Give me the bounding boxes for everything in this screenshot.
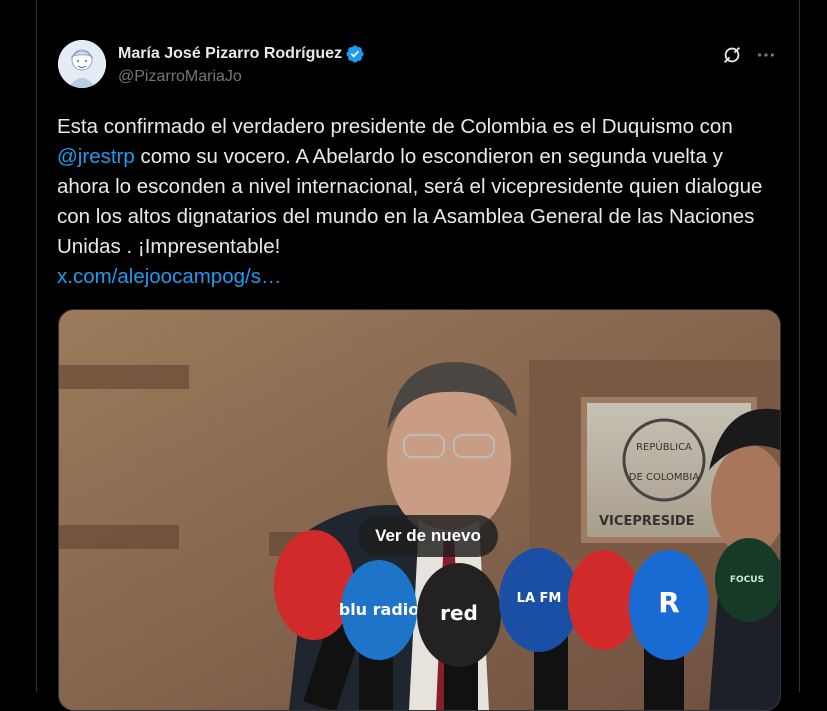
post-text: Esta confirmado el verdadero presidente … (57, 112, 777, 292)
sign-lower: VICEPRESIDE (599, 514, 695, 529)
post-text-part1: Esta confirmado el verdadero presidente … (57, 115, 733, 138)
more-icon[interactable] (755, 44, 779, 66)
grok-icon[interactable] (721, 44, 743, 66)
verified-badge-icon (346, 45, 364, 63)
mention-link[interactable]: @jrestrp (57, 145, 135, 168)
avatar[interactable] (58, 40, 106, 88)
sign-line1: REPÚBLICA (636, 440, 692, 453)
mic-label-focus: FOCUS (730, 575, 764, 585)
sign-line2: DE COLOMBIA (629, 472, 700, 483)
display-name[interactable]: María José Pizarro Rodríguez (118, 45, 342, 63)
author-name-row[interactable]: María José Pizarro Rodríguez (118, 44, 365, 64)
mic-label-r: R (658, 586, 680, 619)
author-handle[interactable]: @PizarroMariaJo (118, 68, 242, 86)
mic-label-blu: blu radio (339, 600, 420, 619)
column-border-right (799, 0, 800, 692)
video-frame: REPÚBLICA DE COLOMBIA VICEPRESIDE blu ra… (59, 310, 780, 710)
mic-label-lafm: LA FM (517, 591, 562, 606)
replay-button[interactable]: Ver de nuevo (358, 515, 498, 557)
post-text-part2: como su vocero. A Abelardo lo escondiero… (57, 145, 763, 258)
quoted-link[interactable]: x.com/alejoocampog/s… (57, 265, 281, 288)
mic-label-red: red (440, 601, 478, 625)
post-article[interactable]: María José Pizarro Rodríguez @PizarroMar… (37, 0, 799, 711)
video-player[interactable]: REPÚBLICA DE COLOMBIA VICEPRESIDE blu ra… (58, 309, 781, 711)
